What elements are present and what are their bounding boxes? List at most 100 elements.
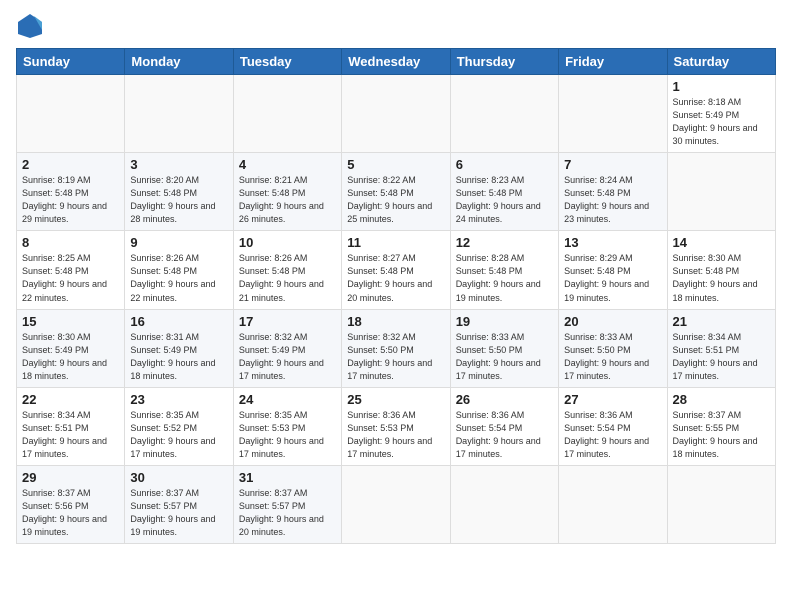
calendar-empty-cell — [342, 75, 450, 153]
day-detail: Sunrise: 8:22 AMSunset: 5:48 PMDaylight:… — [347, 175, 432, 224]
calendar-weekday-header: Friday — [559, 49, 667, 75]
day-detail: Sunrise: 8:30 AMSunset: 5:48 PMDaylight:… — [673, 253, 758, 302]
day-detail: Sunrise: 8:33 AMSunset: 5:50 PMDaylight:… — [564, 332, 649, 381]
calendar-day-cell: 1 Sunrise: 8:18 AMSunset: 5:49 PMDaylight… — [667, 75, 775, 153]
calendar-week-row: 1 Sunrise: 8:18 AMSunset: 5:49 PMDaylight… — [17, 75, 776, 153]
header — [16, 12, 776, 40]
calendar-empty-cell — [17, 75, 125, 153]
day-detail: Sunrise: 8:27 AMSunset: 5:48 PMDaylight:… — [347, 253, 432, 302]
logo-icon — [16, 12, 44, 40]
day-number: 31 — [239, 470, 336, 485]
day-detail: Sunrise: 8:21 AMSunset: 5:48 PMDaylight:… — [239, 175, 324, 224]
calendar-day-cell — [559, 465, 667, 543]
day-number: 22 — [22, 392, 119, 407]
day-number: 6 — [456, 157, 553, 172]
day-number: 3 — [130, 157, 227, 172]
day-detail: Sunrise: 8:25 AMSunset: 5:48 PMDaylight:… — [22, 253, 107, 302]
day-detail: Sunrise: 8:37 AMSunset: 5:55 PMDaylight:… — [673, 410, 758, 459]
day-number: 17 — [239, 314, 336, 329]
day-detail: Sunrise: 8:30 AMSunset: 5:49 PMDaylight:… — [22, 332, 107, 381]
calendar-day-cell: 9Sunrise: 8:26 AMSunset: 5:48 PMDaylight… — [125, 231, 233, 309]
day-detail: Sunrise: 8:18 AMSunset: 5:49 PMDaylight:… — [673, 97, 758, 146]
day-detail: Sunrise: 8:31 AMSunset: 5:49 PMDaylight:… — [130, 332, 215, 381]
day-detail: Sunrise: 8:34 AMSunset: 5:51 PMDaylight:… — [22, 410, 107, 459]
day-number: 16 — [130, 314, 227, 329]
calendar-week-row: 8Sunrise: 8:25 AMSunset: 5:48 PMDaylight… — [17, 231, 776, 309]
day-detail: Sunrise: 8:32 AMSunset: 5:49 PMDaylight:… — [239, 332, 324, 381]
day-detail: Sunrise: 8:36 AMSunset: 5:54 PMDaylight:… — [564, 410, 649, 459]
calendar-day-cell: 25Sunrise: 8:36 AMSunset: 5:53 PMDayligh… — [342, 387, 450, 465]
calendar-day-cell — [667, 153, 775, 231]
calendar-day-cell: 3 Sunrise: 8:20 AMSunset: 5:48 PMDaylight… — [125, 153, 233, 231]
day-number: 7 — [564, 157, 661, 172]
calendar-day-cell: 22 Sunrise: 8:34 AMSunset: 5:51 PMDayligh… — [17, 387, 125, 465]
day-number: 24 — [239, 392, 336, 407]
calendar-day-cell: 26Sunrise: 8:36 AMSunset: 5:54 PMDayligh… — [450, 387, 558, 465]
day-number: 28 — [673, 392, 770, 407]
day-number: 20 — [564, 314, 661, 329]
calendar-day-cell — [342, 465, 450, 543]
day-number: 21 — [673, 314, 770, 329]
calendar-weekday-header: Saturday — [667, 49, 775, 75]
day-number: 30 — [130, 470, 227, 485]
day-detail: Sunrise: 8:23 AMSunset: 5:48 PMDaylight:… — [456, 175, 541, 224]
calendar-empty-cell — [450, 75, 558, 153]
day-number: 1 — [673, 79, 770, 94]
calendar-weekday-header: Tuesday — [233, 49, 341, 75]
day-detail: Sunrise: 8:32 AMSunset: 5:50 PMDaylight:… — [347, 332, 432, 381]
calendar-day-cell: 14 Sunrise: 8:30 AMSunset: 5:48 PMDayligh… — [667, 231, 775, 309]
calendar-day-cell: 16 Sunrise: 8:31 AMSunset: 5:49 PMDayligh… — [125, 309, 233, 387]
day-number: 12 — [456, 235, 553, 250]
calendar-day-cell: 21Sunrise: 8:34 AMSunset: 5:51 PMDayligh… — [667, 309, 775, 387]
calendar-week-row: 15 Sunrise: 8:30 AMSunset: 5:49 PMDayligh… — [17, 309, 776, 387]
calendar-day-cell: 2 Sunrise: 8:19 AMSunset: 5:48 PMDaylight… — [17, 153, 125, 231]
calendar-day-cell: 29Sunrise: 8:37 AMSunset: 5:56 PMDayligh… — [17, 465, 125, 543]
day-detail: Sunrise: 8:35 AMSunset: 5:52 PMDaylight:… — [130, 410, 215, 459]
day-number: 11 — [347, 235, 444, 250]
day-number: 19 — [456, 314, 553, 329]
calendar-day-cell: 13Sunrise: 8:29 AMSunset: 5:48 PMDayligh… — [559, 231, 667, 309]
calendar-day-cell: 20 Sunrise: 8:33 AMSunset: 5:50 PMDayligh… — [559, 309, 667, 387]
calendar-empty-cell — [125, 75, 233, 153]
calendar-week-row: 29Sunrise: 8:37 AMSunset: 5:56 PMDayligh… — [17, 465, 776, 543]
calendar-day-cell: 4 Sunrise: 8:21 AMSunset: 5:48 PMDaylight… — [233, 153, 341, 231]
day-detail: Sunrise: 8:33 AMSunset: 5:50 PMDaylight:… — [456, 332, 541, 381]
day-detail: Sunrise: 8:36 AMSunset: 5:53 PMDaylight:… — [347, 410, 432, 459]
calendar-day-cell: 28 Sunrise: 8:37 AMSunset: 5:55 PMDayligh… — [667, 387, 775, 465]
calendar-day-cell: 31 Sunrise: 8:37 AMSunset: 5:57 PMDayligh… — [233, 465, 341, 543]
calendar-empty-cell — [233, 75, 341, 153]
calendar-day-cell: 24Sunrise: 8:35 AMSunset: 5:53 PMDayligh… — [233, 387, 341, 465]
day-number: 18 — [347, 314, 444, 329]
day-number: 29 — [22, 470, 119, 485]
calendar-day-cell: 8Sunrise: 8:25 AMSunset: 5:48 PMDaylight… — [17, 231, 125, 309]
calendar-day-cell: 5 Sunrise: 8:22 AMSunset: 5:48 PMDaylight… — [342, 153, 450, 231]
calendar-day-cell: 30 Sunrise: 8:37 AMSunset: 5:57 PMDayligh… — [125, 465, 233, 543]
day-number: 10 — [239, 235, 336, 250]
day-detail: Sunrise: 8:19 AMSunset: 5:48 PMDaylight:… — [22, 175, 107, 224]
calendar-day-cell: 15 Sunrise: 8:30 AMSunset: 5:49 PMDayligh… — [17, 309, 125, 387]
day-detail: Sunrise: 8:26 AMSunset: 5:48 PMDaylight:… — [130, 253, 215, 302]
calendar-weekday-header: Monday — [125, 49, 233, 75]
logo — [16, 12, 48, 40]
day-number: 23 — [130, 392, 227, 407]
calendar-empty-cell — [559, 75, 667, 153]
day-detail: Sunrise: 8:20 AMSunset: 5:48 PMDaylight:… — [130, 175, 215, 224]
day-number: 14 — [673, 235, 770, 250]
page: SundayMondayTuesdayWednesdayThursdayFrid… — [0, 0, 792, 612]
calendar-day-cell: 23 Sunrise: 8:35 AMSunset: 5:52 PMDayligh… — [125, 387, 233, 465]
calendar-day-cell: 12 Sunrise: 8:28 AMSunset: 5:48 PMDayligh… — [450, 231, 558, 309]
day-detail: Sunrise: 8:28 AMSunset: 5:48 PMDaylight:… — [456, 253, 541, 302]
day-number: 2 — [22, 157, 119, 172]
day-detail: Sunrise: 8:37 AMSunset: 5:57 PMDaylight:… — [239, 488, 324, 537]
day-number: 13 — [564, 235, 661, 250]
day-detail: Sunrise: 8:37 AMSunset: 5:57 PMDaylight:… — [130, 488, 215, 537]
calendar-weekday-header: Thursday — [450, 49, 558, 75]
calendar-day-cell: 11 Sunrise: 8:27 AMSunset: 5:48 PMDayligh… — [342, 231, 450, 309]
calendar-header-row: SundayMondayTuesdayWednesdayThursdayFrid… — [17, 49, 776, 75]
day-number: 27 — [564, 392, 661, 407]
calendar-day-cell: 17 Sunrise: 8:32 AMSunset: 5:49 PMDayligh… — [233, 309, 341, 387]
calendar-week-row: 22 Sunrise: 8:34 AMSunset: 5:51 PMDayligh… — [17, 387, 776, 465]
day-number: 5 — [347, 157, 444, 172]
day-number: 15 — [22, 314, 119, 329]
day-number: 4 — [239, 157, 336, 172]
